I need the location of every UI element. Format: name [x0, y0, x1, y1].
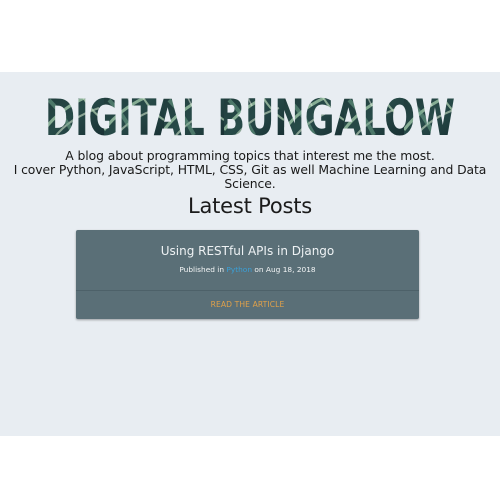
- post-category-link[interactable]: Python: [226, 265, 252, 274]
- blog-home: DIGITAL BUNGALOW A blog about programmin…: [0, 72, 500, 436]
- post-date: on Aug 18, 2018: [254, 265, 316, 274]
- site-tagline: A blog about programming topics that int…: [0, 149, 500, 191]
- site-logo[interactable]: DIGITAL BUNGALOW: [44, 90, 456, 138]
- tagline-line-1: A blog about programming topics that int…: [65, 148, 435, 163]
- post-card: Using RESTful APIs in Django Published i…: [76, 230, 419, 319]
- site-title: DIGITAL BUNGALOW: [45, 90, 455, 138]
- site-title-graphic: DIGITAL BUNGALOW: [45, 90, 455, 138]
- tagline-line-2: I cover Python, JavaScript, HTML, CSS, G…: [13, 162, 487, 191]
- post-title[interactable]: Using RESTful APIs in Django: [76, 244, 419, 258]
- page: DIGITAL BUNGALOW A blog about programmin…: [0, 0, 500, 500]
- published-prefix: Published in: [179, 265, 225, 274]
- latest-posts-heading: Latest Posts: [187, 194, 313, 218]
- card-divider: [76, 290, 419, 291]
- post-meta: Published in Python on Aug 18, 2018: [76, 265, 419, 275]
- read-article-link[interactable]: READ THE ARTICLE: [76, 300, 419, 310]
